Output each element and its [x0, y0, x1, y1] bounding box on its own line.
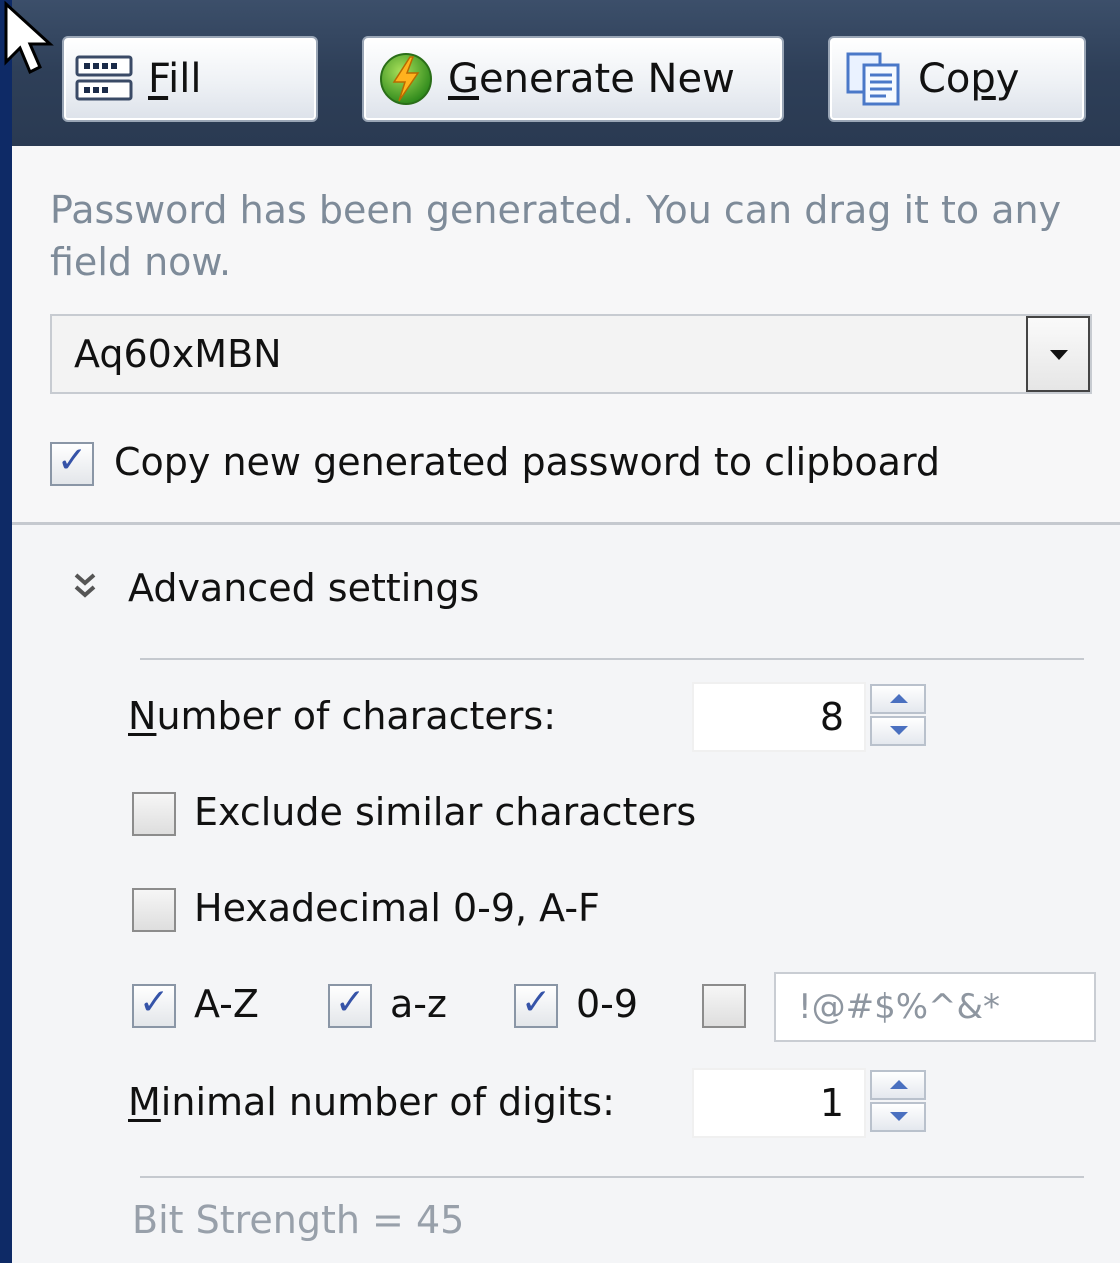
fill-label: Fill [148, 56, 202, 102]
advanced-settings-header[interactable]: Advanced settings [128, 566, 479, 610]
fill-button[interactable]: Fill [62, 36, 318, 122]
hexadecimal-checkbox[interactable] [132, 888, 176, 932]
copy-label: Copy [918, 56, 1020, 102]
mouse-cursor-icon [4, 0, 54, 75]
spin-down-button[interactable] [870, 1102, 926, 1132]
generated-password-pane: Password has been generated. You can dra… [12, 146, 1120, 525]
exclude-similar-checkbox[interactable] [132, 792, 176, 836]
minimal-digits-input[interactable]: 1 [692, 1068, 866, 1138]
generate-new-button[interactable]: Generate New [362, 36, 784, 122]
digits-checkbox[interactable] [514, 982, 558, 1028]
bit-strength-text: Bit Strength = 45 [132, 1198, 465, 1242]
content-pane: Password has been generated. You can dra… [12, 146, 1120, 1263]
spin-down-button[interactable] [870, 716, 926, 746]
spin-up-button[interactable] [870, 1070, 926, 1100]
dropdown-arrow-button[interactable] [1026, 316, 1090, 392]
form-fill-icon [75, 55, 133, 101]
exclude-similar-label[interactable]: Exclude similar characters [194, 790, 696, 834]
password-value[interactable]: Aq60xMBN [74, 316, 282, 392]
lowercase-checkbox[interactable] [328, 982, 372, 1028]
toolbar: Fill Generate New Copy [8, 0, 1120, 146]
uppercase-checkbox[interactable] [132, 982, 176, 1028]
minimal-digits-label: Minimal number of digits: [128, 1080, 615, 1124]
status-message: Password has been generated. You can dra… [50, 188, 1062, 284]
password-combobox[interactable]: Aq60xMBN [50, 314, 1092, 394]
number-of-characters-label: Number of characters: [128, 694, 557, 738]
number-of-characters-input[interactable]: 8 [692, 682, 866, 752]
spin-up-button[interactable] [870, 684, 926, 714]
copy-to-clipboard-checkbox[interactable] [50, 440, 94, 486]
copy-button[interactable]: Copy [828, 36, 1086, 122]
uppercase-label[interactable]: A-Z [194, 982, 259, 1026]
copy-to-clipboard-label[interactable]: Copy new generated password to clipboard [114, 440, 940, 484]
number-of-characters-spinner[interactable] [868, 682, 930, 750]
digits-label[interactable]: 0-9 [576, 982, 638, 1026]
separator [140, 658, 1084, 660]
minimal-digits-spinner[interactable] [868, 1068, 930, 1136]
generate-new-label: Generate New [448, 56, 735, 102]
separator [140, 1176, 1084, 1178]
lightning-orb-icon [380, 53, 432, 105]
double-chevron-down-icon[interactable] [70, 571, 100, 605]
lowercase-label[interactable]: a-z [390, 982, 447, 1026]
hexadecimal-label[interactable]: Hexadecimal 0-9, A-F [194, 886, 600, 930]
password-generator-window: Fill Generate New Copy Password has been… [8, 0, 1120, 1263]
copy-documents-icon [846, 52, 900, 106]
symbols-checkbox[interactable] [702, 984, 746, 1028]
symbols-input[interactable]: !@#$%^&* [774, 972, 1096, 1042]
